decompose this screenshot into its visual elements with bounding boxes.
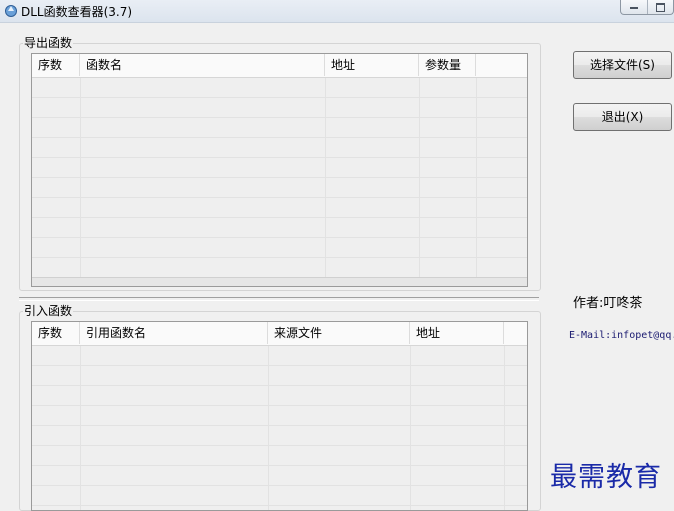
exit-button[interactable]: 退出(X) — [573, 103, 672, 131]
title-bar[interactable]: DLL函数查看器(3.7) — [0, 0, 674, 23]
exports-col-function-name[interactable]: 函数名 — [80, 54, 325, 76]
exports-list-rows — [32, 78, 527, 286]
imports-list-rows — [32, 346, 527, 510]
maximize-button[interactable] — [646, 0, 674, 14]
window-controls — [620, 0, 674, 15]
exports-col-param-count[interactable]: 参数量 — [419, 54, 476, 76]
minimize-button[interactable] — [621, 0, 647, 14]
exports-list[interactable]: 序数 函数名 地址 参数量 — [31, 53, 528, 287]
minimize-icon — [630, 7, 638, 9]
exports-list-header: 序数 函数名 地址 参数量 — [32, 54, 527, 78]
exports-group-label: 导出函数 — [23, 36, 74, 50]
email-label: E-Mail:infopet@qq.c — [569, 330, 674, 341]
exports-col-address[interactable]: 地址 — [325, 54, 419, 76]
imports-group-label: 引入函数 — [23, 304, 74, 318]
imports-col-address[interactable]: 地址 — [410, 322, 504, 344]
watermark-text: 最需教育 — [550, 462, 662, 493]
imports-col-imported-name[interactable]: 引用函数名 — [80, 322, 268, 344]
imports-list[interactable]: 序数 引用函数名 来源文件 地址 — [31, 321, 528, 511]
imports-col-source-file[interactable]: 来源文件 — [268, 322, 410, 344]
imports-list-header: 序数 引用函数名 来源文件 地址 — [32, 322, 527, 346]
app-icon — [5, 5, 17, 17]
select-file-button[interactable]: 选择文件(S) — [573, 51, 672, 79]
imports-col-ordinal[interactable]: 序数 — [32, 322, 80, 344]
window-title: DLL函数查看器(3.7) — [21, 5, 133, 19]
exports-col-ordinal[interactable]: 序数 — [32, 54, 80, 76]
maximize-icon — [655, 3, 665, 12]
exports-hscrollbar[interactable] — [32, 277, 527, 286]
section-divider — [19, 297, 539, 301]
author-label: 作者:叮咚茶 — [573, 296, 643, 311]
